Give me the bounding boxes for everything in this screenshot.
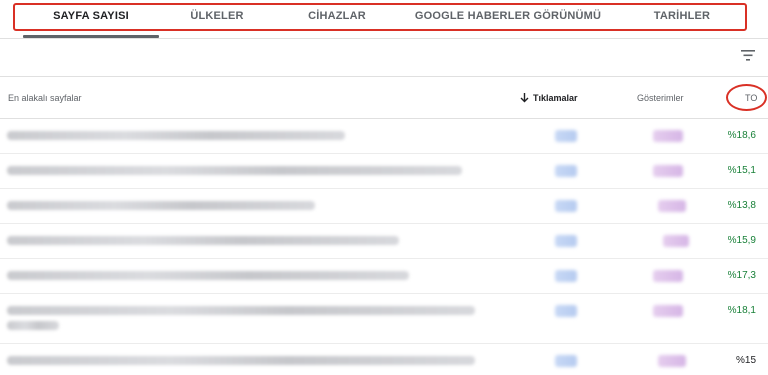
ctr-value: %15 bbox=[735, 355, 756, 366]
arrow-down-icon bbox=[520, 93, 529, 103]
clicks-value-blurred bbox=[555, 305, 577, 317]
impressions-value-blurred bbox=[663, 235, 689, 247]
column-header-impressions[interactable]: Gösterimler bbox=[637, 88, 684, 108]
ctr-value: %13,8 bbox=[727, 200, 756, 211]
column-header-clicks: Tıklamalar bbox=[533, 93, 578, 103]
column-header-ctr[interactable]: TO bbox=[745, 88, 757, 108]
tab-pages[interactable]: SAYFA SAYISI bbox=[23, 0, 159, 32]
impressions-value-blurred bbox=[653, 130, 683, 142]
clicks-value-blurred bbox=[555, 355, 577, 367]
clicks-value-blurred bbox=[555, 165, 577, 177]
page-url-blurred bbox=[7, 236, 399, 245]
table-row[interactable]: %15 bbox=[0, 344, 768, 375]
column-header-pages[interactable]: En alakalı sayfalar bbox=[8, 88, 82, 108]
table-row[interactable]: %13,8 bbox=[0, 189, 768, 224]
ctr-value: %15,1 bbox=[727, 165, 756, 176]
impressions-value-blurred bbox=[653, 165, 683, 177]
filter-list-icon bbox=[741, 50, 755, 61]
clicks-value-blurred bbox=[555, 235, 577, 247]
page-url-blurred bbox=[7, 356, 475, 365]
page-url-blurred bbox=[7, 131, 345, 140]
impressions-value-blurred bbox=[658, 355, 686, 367]
tabs-divider bbox=[0, 38, 768, 39]
page-url-blurred bbox=[7, 166, 462, 175]
table-row[interactable]: %15,9 bbox=[0, 224, 768, 259]
tab-dates[interactable]: TARİHLER bbox=[630, 0, 734, 32]
report-tabs: SAYFA SAYISI ÜLKELER CİHAZLAR GOOGLE HAB… bbox=[0, 0, 768, 38]
ctr-value: %17,3 bbox=[727, 270, 756, 281]
impressions-value-blurred bbox=[653, 270, 683, 282]
toolbar-divider bbox=[0, 76, 768, 77]
table-row[interactable]: %15,1 bbox=[0, 154, 768, 189]
impressions-value-blurred bbox=[658, 200, 686, 212]
filter-button[interactable] bbox=[734, 44, 762, 68]
table-row[interactable]: %18,6 bbox=[0, 119, 768, 154]
page-url-blurred bbox=[7, 271, 409, 280]
tab-google-news[interactable]: GOOGLE HABERLER GÖRÜNÜMÜ bbox=[408, 0, 608, 32]
table-row[interactable]: %17,3 bbox=[0, 259, 768, 294]
ctr-value: %15,9 bbox=[727, 235, 756, 246]
table-row[interactable]: %18,1 bbox=[0, 294, 768, 344]
clicks-value-blurred bbox=[555, 130, 577, 142]
clicks-value-blurred bbox=[555, 200, 577, 212]
column-header-clicks-sorted[interactable]: Tıklamalar bbox=[519, 88, 578, 108]
ctr-value: %18,6 bbox=[727, 130, 756, 141]
tab-devices[interactable]: CİHAZLAR bbox=[282, 0, 392, 32]
page-url-blurred bbox=[7, 306, 475, 315]
ctr-value: %18,1 bbox=[727, 305, 756, 316]
clicks-value-blurred bbox=[555, 270, 577, 282]
page-url-blurred bbox=[7, 201, 315, 210]
tab-countries[interactable]: ÜLKELER bbox=[172, 0, 262, 32]
impressions-value-blurred bbox=[653, 305, 683, 317]
page-url-blurred-line2 bbox=[7, 321, 59, 330]
